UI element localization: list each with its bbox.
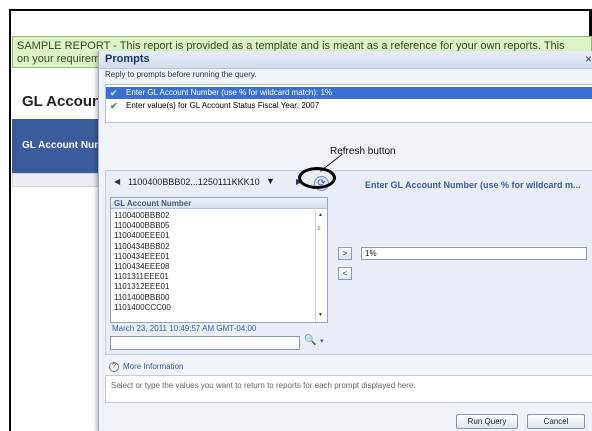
previous-page-icon[interactable]: ◀ [114,177,120,186]
dialog-subtitle: Reply to prompts before running the quer… [105,70,257,79]
prompt-row-fiscal-year[interactable]: ✔ Enter value(s) for GL Account Status F… [106,100,592,112]
binoculars-icon[interactable]: 🔍 [304,335,316,346]
scroll-up-icon[interactable]: ▲ [318,212,323,218]
lov-scrollbar[interactable]: ▲ ≡ ▼ [315,210,326,322]
lov-items: 1100400BBB02 1100400BBB05 1100400EEE01 1… [114,211,310,313]
lov-search-input[interactable] [110,336,300,350]
dialog-titlebar: Prompts × [99,51,592,69]
prompt-list: ✔ Enter GL Account Number (use % for wil… [105,84,592,123]
lov-item[interactable]: 1101400CCC00 [114,303,310,313]
close-icon[interactable]: × [585,52,592,66]
check-icon: ✔ [110,88,118,98]
remove-value-button[interactable]: < [338,267,352,280]
help-icon[interactable]: ? [109,362,119,372]
report-column-cell [12,173,98,187]
lov-item[interactable]: 1101311EEE01 [114,272,310,282]
lov-item[interactable]: 1100400EEE01 [114,231,310,241]
add-value-button[interactable]: > [338,247,352,260]
selected-value-field[interactable]: 1% [361,247,587,260]
more-information[interactable]: ? More Information [105,360,592,374]
prompt-row-gl-account[interactable]: ✔ Enter GL Account Number (use % for wil… [106,87,592,99]
check-icon: ✔ [110,101,118,111]
lov-item[interactable]: 1100400BBB02 [114,211,310,221]
scroll-thumb-icon[interactable]: ≡ [317,226,321,232]
prompt-text: Enter value(s) for GL Account Status Fis… [126,101,320,110]
lov-item[interactable]: 1100434EEE01 [114,252,310,262]
information-text: Select or type the values you want to re… [105,375,592,403]
range-dropdown-icon[interactable]: ▼ [266,176,275,186]
lov-timestamp: March 23, 2011 10:49:57 AM GMT-04:00 [112,324,257,333]
lov-item[interactable]: 1101312EEE01 [114,282,310,292]
lov-item[interactable]: 1100400BBB05 [114,221,310,231]
scroll-down-icon[interactable]: ▼ [318,312,323,318]
prompt-text: Enter GL Account Number (use % for wildc… [126,88,333,97]
lov-item[interactable]: 1100434EEE08 [114,262,310,272]
run-query-button[interactable]: Run Query [456,414,518,429]
more-information-label[interactable]: More Information [123,362,183,371]
dialog-title: Prompts [105,53,150,65]
lov-item[interactable]: 1100434BBB02 [114,242,310,252]
lov-list: GL Account Number 1100400BBB02 1100400BB… [110,197,328,323]
search-options-dropdown-icon[interactable]: ▾ [320,337,324,345]
lov-navigation: ◀ 1100400BBB02...1250111KKK10 ▼ ▶ ⟳ [110,176,329,191]
lov-range: 1100400BBB02...1250111KKK10 [128,177,260,187]
lov-item[interactable]: 1101400BBB00 [114,293,310,303]
annotation-highlight-ring [298,167,336,189]
cancel-button[interactable]: Cancel [527,414,585,429]
prompt-editor-panel: ◀ 1100400BBB02...1250111KKK10 ▼ ▶ ⟳ GL A… [105,170,592,355]
report-title: GL Account [22,93,107,110]
prompts-dialog: Prompts × Reply to prompts before runnin… [98,51,592,431]
enter-value-label: Enter GL Account Number (use % for wildc… [365,180,581,190]
lov-column-header: GL Account Number [111,198,327,209]
